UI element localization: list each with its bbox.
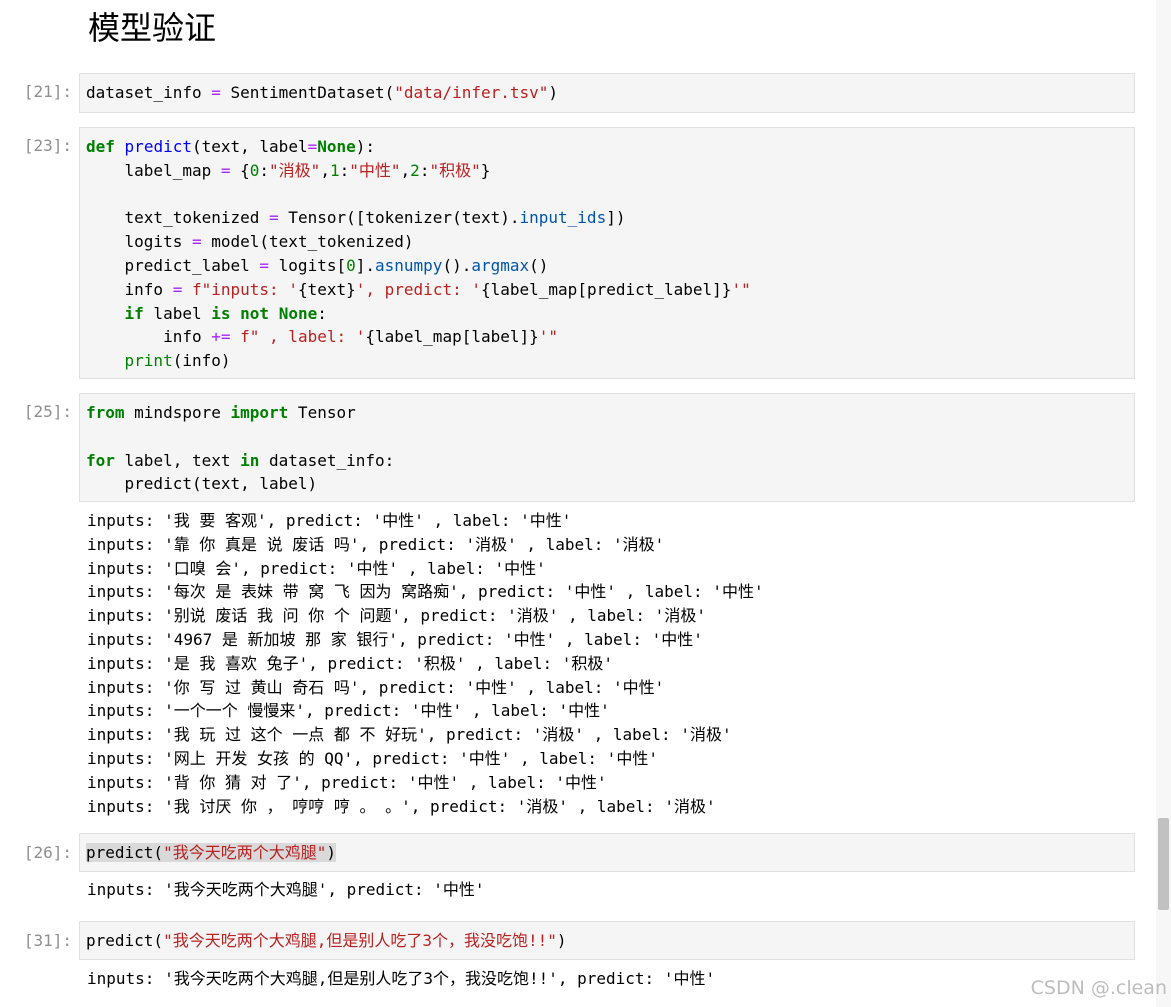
cell-prompt-31: [31]:	[23, 931, 72, 950]
code-cell-25[interactable]: from mindspore import Tensor for label, …	[79, 393, 1135, 502]
cell-output-25: inputs: '我 要 客观', predict: '中性' , label:…	[87, 511, 764, 816]
code-text[interactable]: dataset_info = SentimentDataset("data/in…	[80, 74, 1134, 105]
code-text[interactable]: def predict(text, label=None): label_map…	[80, 128, 1134, 373]
code-cell-23[interactable]: def predict(text, label=None): label_map…	[79, 127, 1135, 379]
cell-prompt-25: [25]:	[23, 402, 72, 421]
code-text[interactable]: predict("我今天吃两个大鸡腿,但是别人吃了3个，我没吃饱!!")	[80, 922, 1134, 953]
cell-output-26: inputs: '我今天吃两个大鸡腿', predict: '中性'	[87, 880, 485, 899]
code-cell-31[interactable]: predict("我今天吃两个大鸡腿,但是别人吃了3个，我没吃饱!!")	[79, 921, 1135, 960]
code-cell-26[interactable]: predict("我今天吃两个大鸡腿")	[79, 833, 1135, 872]
cell-output-31: inputs: '我今天吃两个大鸡腿,但是别人吃了3个，我没吃饱!!', pre…	[87, 969, 716, 988]
scrollbar-thumb[interactable]	[1158, 818, 1169, 910]
cell-prompt-26: [26]:	[23, 843, 72, 862]
watermark: CSDN @.clean	[1030, 977, 1167, 999]
code-text[interactable]: from mindspore import Tensor for label, …	[80, 394, 1134, 496]
code-cell-21[interactable]: dataset_info = SentimentDataset("data/in…	[79, 73, 1135, 113]
code-text[interactable]: predict("我今天吃两个大鸡腿")	[80, 834, 1134, 865]
cell-prompt-21: [21]:	[23, 82, 72, 101]
cell-prompt-23: [23]:	[23, 136, 72, 155]
section-heading: 模型验证	[88, 9, 217, 47]
